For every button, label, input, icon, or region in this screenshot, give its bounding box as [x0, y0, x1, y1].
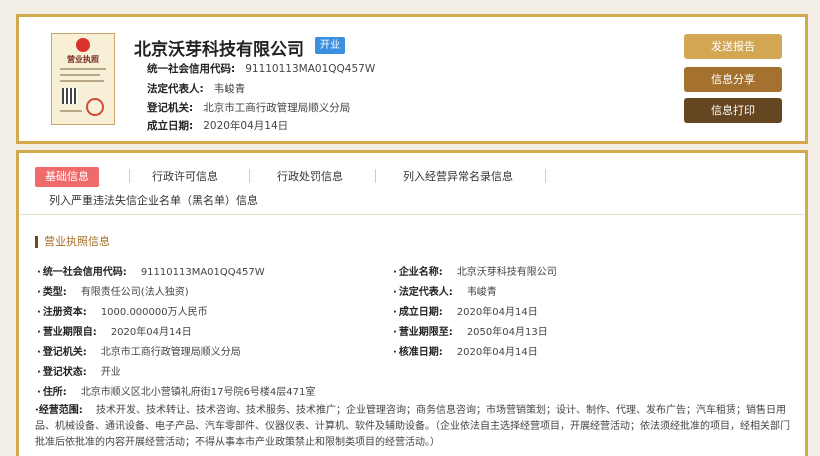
field-company-type: · 类型: 有限责任公司(法人独资)	[37, 287, 189, 298]
tab-basic-info[interactable]: 基础信息	[35, 167, 99, 187]
credit-code-row: 统一社会信用代码: 91110113MA01QQ457W	[147, 63, 376, 75]
field-approval-date: · 核准日期: 2020年04月14日	[393, 347, 538, 358]
tab-abnormal-operation-list[interactable]: 列入经营异常名录信息	[403, 167, 513, 187]
field-company-name: · 企业名称: 北京沃芽科技有限公司	[393, 267, 557, 278]
tab-blacklist[interactable]: 列入严重违法失信企业名单（黑名单）信息	[49, 191, 258, 211]
details-panel: 基础信息 行政许可信息 行政处罚信息 列入经营异常名录信息 列入严重违法失信企业…	[16, 150, 808, 456]
company-card: 营业执照 北京沃芽科技有限公司 开业 统一社会信用代码: 91110113MA01…	[16, 14, 808, 144]
send-report-button[interactable]: 发送报告	[684, 34, 782, 59]
status-badge: 开业	[315, 37, 345, 54]
field-legal-representative: · 法定代表人: 韦峻青	[393, 287, 497, 298]
field-registration-authority: · 登记机关: 北京市工商行政管理局顺义分局	[37, 347, 241, 358]
share-info-button[interactable]: 信息分享	[684, 67, 782, 92]
print-info-button[interactable]: 信息打印	[684, 98, 782, 123]
field-registration-status: · 登记状态: 开业	[37, 367, 121, 378]
legal-rep-row: 法定代表人: 韦峻青	[147, 83, 246, 95]
tab-administrative-penalty[interactable]: 行政处罚信息	[277, 167, 343, 187]
business-scope: ·经营范围: 技术开发、技术转让、技术咨询、技术服务、技术推广；企业管理咨询；商…	[35, 405, 790, 448]
qr-code-icon	[62, 88, 78, 104]
seal-stamp-icon	[86, 98, 104, 116]
company-name: 北京沃芽科技有限公司	[134, 40, 304, 60]
field-credit-code: · 统一社会信用代码: 91110113MA01QQ457W	[37, 267, 265, 278]
national-emblem-icon	[76, 38, 90, 52]
registration-authority-row: 登记机关: 北京市工商行政管理局顺义分局	[147, 102, 351, 114]
section-title: 营业执照信息	[35, 236, 110, 248]
tab-administrative-license[interactable]: 行政许可信息	[152, 167, 218, 187]
field-registered-capital: · 注册资本: 1000.000000万人民币	[37, 307, 208, 318]
field-address: · 住所: 北京市顺义区北小营镇礼府街17号院6号楼4层471室	[37, 387, 316, 398]
license-thumbnail-title: 营业执照	[67, 55, 99, 64]
field-term-to: · 营业期限至: 2050年04月13日	[393, 327, 548, 338]
field-founding-date: · 成立日期: 2020年04月14日	[393, 307, 538, 318]
business-license-thumbnail[interactable]: 营业执照	[51, 33, 115, 125]
tab-bar: 基础信息 行政许可信息 行政处罚信息 列入经营异常名录信息 列入严重违法失信企业…	[19, 153, 805, 215]
field-term-from: · 营业期限自: 2020年04月14日	[37, 327, 192, 338]
founding-date-row: 成立日期: 2020年04月14日	[147, 120, 289, 132]
